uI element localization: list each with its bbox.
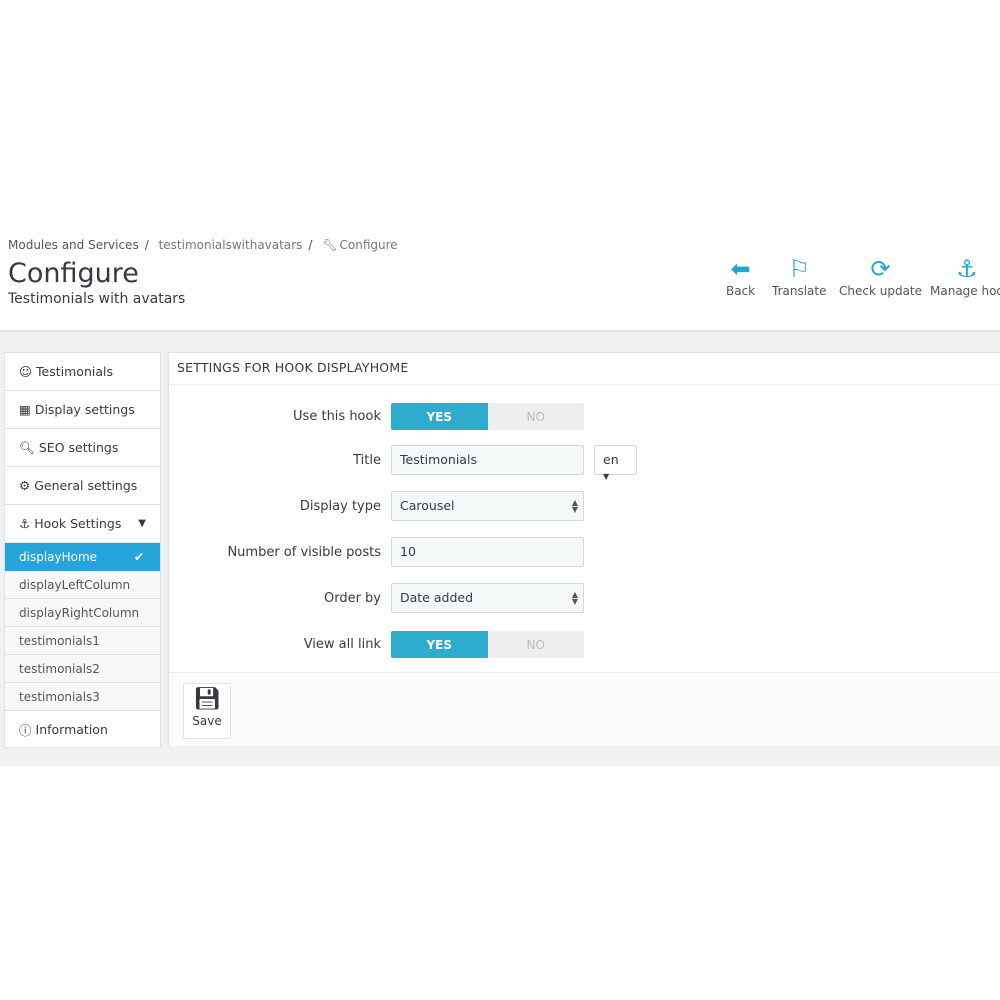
sidebar-item-seo-settings[interactable]: 🔍︎ SEO settings <box>5 429 160 467</box>
visible-posts-label: Number of visible posts <box>227 545 381 560</box>
panel-footer: 💾︎ Save <box>169 672 1000 746</box>
refresh-icon: ⟳ <box>870 255 891 283</box>
check-icon: ✔ <box>133 550 144 564</box>
visible-posts-input[interactable]: 10 <box>391 537 584 567</box>
use-hook-label: Use this hook <box>293 409 381 424</box>
order-by-select[interactable]: Date added ▲ ▼ <box>391 583 584 613</box>
display-type-label: Display type <box>299 499 381 514</box>
hook-item-displayhome[interactable]: displayHome ✔ <box>5 543 160 571</box>
sidebar-item-general-settings[interactable]: ⚙ General settings <box>5 467 160 505</box>
hook-item-testimonials2[interactable]: testimonials2 <box>5 655 160 683</box>
select-arrows-icon: ▲ ▼ <box>571 498 578 514</box>
flag-icon: ⚐ <box>788 255 810 283</box>
title-input[interactable]: Testimonials <box>391 445 584 475</box>
view-all-toggle[interactable]: YES NO <box>391 631 584 658</box>
page-subtitle: Testimonials with avatars <box>8 291 186 307</box>
breadcrumb-modules[interactable]: Modules and Services <box>8 238 139 252</box>
sidebar-item-testimonials[interactable]: ☺ Testimonials <box>5 353 160 391</box>
select-arrows-icon: ▲ ▼ <box>571 590 578 606</box>
view-all-label: View all link <box>303 637 381 652</box>
sidebar-item-hook-settings[interactable]: ⚓︎ Hook Settings ▼ <box>5 505 160 543</box>
hook-item-displayleftcolumn[interactable]: displayLeftColumn <box>5 571 160 599</box>
grid-icon: ▦ <box>19 402 31 417</box>
save-button[interactable]: 💾︎ Save <box>183 683 231 739</box>
wrench-icon: 🔧︎ <box>322 238 338 252</box>
anchor-icon: ⚓︎ <box>19 516 31 531</box>
use-hook-no[interactable]: NO <box>487 403 584 430</box>
info-icon: ⓘ <box>19 722 32 738</box>
manage-hooks-button[interactable]: ⚓︎ Manage hoo <box>930 254 1000 298</box>
search-icon: 🔍︎ <box>19 439 35 455</box>
sidebar-item-display-settings[interactable]: ▦ Display settings <box>5 391 160 429</box>
breadcrumb: Modules and Services / testimonialswithav… <box>8 238 398 252</box>
check-update-button[interactable]: ⟳ Check update <box>839 254 922 298</box>
caret-down-icon: ▼ <box>138 518 146 529</box>
smile-icon: ☺ <box>19 364 33 379</box>
hook-item-testimonials3[interactable]: testimonials3 <box>5 683 160 711</box>
view-all-yes[interactable]: YES <box>391 631 488 658</box>
translate-button[interactable]: ⚐ Translate <box>772 254 827 298</box>
sidebar: ☺ Testimonials ▦ Display settings 🔍︎ SEO se… <box>4 352 161 748</box>
breadcrumb-configure: Configure <box>339 238 398 252</box>
hook-item-displayrightcolumn[interactable]: displayRightColumn <box>5 599 160 627</box>
back-circle-icon: ⬅︎ <box>730 255 751 283</box>
back-button[interactable]: ⬅︎ Back <box>726 254 755 298</box>
settings-panel: SETTINGS FOR HOOK DISPLAYHOME Use this h… <box>168 352 1000 746</box>
display-type-select[interactable]: Carousel ▲ ▼ <box>391 491 584 521</box>
caret-down-icon: ▼ <box>603 472 610 481</box>
save-icon: 💾︎ <box>193 687 221 712</box>
title-label: Title <box>353 453 381 468</box>
anchor-icon: ⚓︎ <box>956 255 978 283</box>
hook-item-testimonials1[interactable]: testimonials1 <box>5 627 160 655</box>
view-all-no[interactable]: NO <box>487 631 584 658</box>
order-by-label: Order by <box>323 591 381 606</box>
gears-icon: ⚙ <box>19 478 31 493</box>
sidebar-item-information[interactable]: ⓘ Information <box>5 711 160 747</box>
panel-heading: SETTINGS FOR HOOK DISPLAYHOME <box>169 353 1000 385</box>
page-title: Configure <box>8 258 139 289</box>
use-hook-yes[interactable]: YES <box>391 403 488 430</box>
use-hook-toggle[interactable]: YES NO <box>391 403 584 430</box>
language-dropdown[interactable]: en ▼ <box>594 445 637 481</box>
breadcrumb-module[interactable]: testimonialswithavatars <box>159 238 303 252</box>
